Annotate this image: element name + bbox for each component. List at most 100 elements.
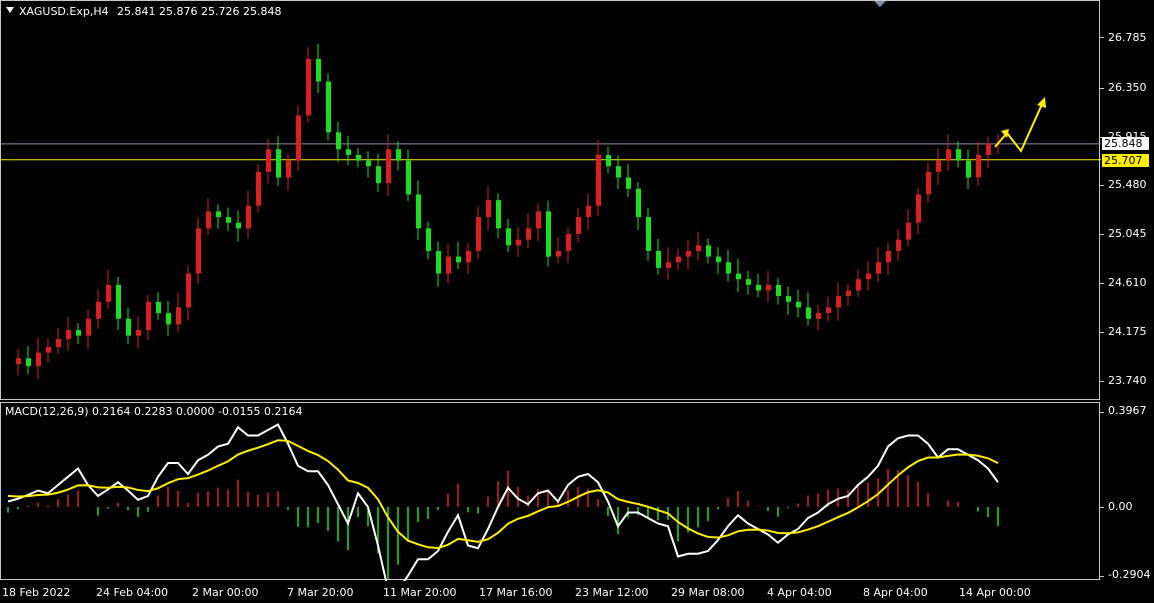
time-tick: 7 Mar 20:00 bbox=[287, 586, 354, 599]
candle-body bbox=[816, 313, 821, 319]
candle-body bbox=[56, 339, 61, 347]
chart-window[interactable]: XAGUSD.Exp,H4 25.841 25.876 25.726 25.84… bbox=[0, 0, 1154, 603]
candle-body bbox=[526, 228, 531, 240]
candle-body bbox=[76, 330, 81, 336]
macd-canvas[interactable] bbox=[1, 403, 1101, 581]
candle-body bbox=[66, 330, 71, 340]
level-price-badge: 25.707 bbox=[1102, 154, 1149, 167]
price-tick: 26.350 bbox=[1108, 81, 1147, 94]
candle-body bbox=[206, 211, 211, 229]
candle-body bbox=[26, 358, 31, 367]
candle-body bbox=[606, 154, 611, 167]
candle-body bbox=[566, 234, 571, 251]
time-axis[interactable]: 18 Feb 2022 24 Feb 04:00 2 Mar 00:00 7 M… bbox=[0, 581, 1100, 603]
tick-mark bbox=[1100, 507, 1104, 508]
candle-body bbox=[646, 217, 651, 251]
candle-body bbox=[246, 205, 251, 229]
price-chart-canvas[interactable] bbox=[1, 1, 1101, 401]
candle-body bbox=[826, 307, 831, 314]
candle-body bbox=[926, 171, 931, 195]
current-price-badge: 25.848 bbox=[1102, 137, 1149, 150]
candle-body bbox=[756, 284, 761, 291]
candle-body bbox=[186, 273, 191, 308]
candle-body bbox=[726, 262, 731, 274]
candle-body bbox=[426, 228, 431, 251]
ohlc-label: 25.841 25.876 25.726 25.848 bbox=[117, 5, 282, 18]
candle-body bbox=[436, 250, 441, 274]
candle-body bbox=[806, 307, 811, 319]
tick-mark bbox=[1100, 234, 1104, 235]
candle-body bbox=[116, 284, 121, 319]
price-tick: 24.175 bbox=[1108, 325, 1147, 338]
candle-body bbox=[866, 273, 871, 280]
candle-body bbox=[716, 256, 721, 263]
candle-body bbox=[946, 149, 951, 161]
macd-tick: 0.00 bbox=[1108, 500, 1133, 513]
candle-body bbox=[636, 188, 641, 218]
macd-scale[interactable]: 0.3967 0.00 -0.2904 bbox=[1100, 402, 1154, 581]
macd-tick: 0.3967 bbox=[1108, 404, 1147, 417]
candle-body bbox=[546, 211, 551, 257]
price-chart-pane[interactable]: XAGUSD.Exp,H4 25.841 25.876 25.726 25.84… bbox=[0, 0, 1101, 401]
candle-body bbox=[846, 290, 851, 297]
candle-body bbox=[916, 194, 921, 223]
candle-body bbox=[456, 256, 461, 263]
candle-body bbox=[786, 296, 791, 302]
tick-mark bbox=[1100, 185, 1104, 186]
macd-line bbox=[7, 423, 999, 581]
candle-body bbox=[346, 149, 351, 155]
candle-body bbox=[96, 301, 101, 319]
candle-body bbox=[226, 217, 231, 223]
candle-body bbox=[146, 301, 151, 331]
candle-body bbox=[326, 81, 331, 133]
chart-menu-icon[interactable] bbox=[6, 7, 14, 13]
price-tick: 25.045 bbox=[1108, 227, 1147, 240]
candle-body bbox=[446, 256, 451, 274]
macd-pane[interactable]: MACD(12,26,9) 0.2164 0.2283 0.0000 -0.01… bbox=[0, 402, 1101, 581]
candle-body bbox=[676, 256, 681, 263]
candle-body bbox=[516, 239, 521, 246]
candle-body bbox=[126, 318, 131, 336]
candle-body bbox=[386, 149, 391, 184]
candle-body bbox=[596, 154, 601, 206]
candle-body bbox=[396, 149, 401, 161]
candle-body bbox=[486, 200, 491, 218]
candle-body bbox=[366, 160, 371, 167]
candle-body bbox=[896, 239, 901, 251]
candle-body bbox=[176, 307, 181, 325]
candle-body bbox=[266, 149, 271, 172]
time-tick: 24 Feb 04:00 bbox=[96, 586, 169, 599]
macd-tick: -0.2904 bbox=[1108, 568, 1151, 581]
candle-body bbox=[536, 211, 541, 229]
tick-mark bbox=[1100, 332, 1104, 333]
price-scale[interactable]: 26.785 26.350 25.915 25.480 25.045 24.61… bbox=[1100, 0, 1154, 400]
candle-body bbox=[796, 301, 801, 308]
candle-body bbox=[936, 160, 941, 172]
time-tick: 4 Apr 04:00 bbox=[767, 586, 832, 599]
candle-body bbox=[986, 143, 991, 155]
candle-body bbox=[356, 154, 361, 161]
symbol-label: XAGUSD.Exp,H4 bbox=[19, 5, 109, 18]
candle-body bbox=[36, 352, 41, 367]
forecast-arrowhead bbox=[1037, 97, 1046, 108]
chart-shift-marker-icon[interactable] bbox=[874, 1, 886, 7]
candle-body bbox=[656, 250, 661, 268]
candle-body bbox=[626, 177, 631, 189]
tick-mark bbox=[1100, 381, 1104, 382]
candle-body bbox=[286, 160, 291, 178]
candle-body bbox=[336, 132, 341, 150]
candle-body bbox=[976, 154, 981, 178]
candle-body bbox=[586, 205, 591, 218]
candle-body bbox=[506, 228, 511, 246]
tick-mark bbox=[1100, 576, 1104, 577]
candle-body bbox=[836, 296, 841, 308]
candle-body bbox=[236, 222, 241, 229]
tick-mark bbox=[1100, 283, 1104, 284]
candle-body bbox=[316, 58, 321, 82]
candle-body bbox=[16, 358, 21, 364]
candle-body bbox=[46, 346, 51, 353]
time-tick: 17 Mar 16:00 bbox=[479, 586, 553, 599]
candle-body bbox=[406, 160, 411, 195]
tick-mark bbox=[1100, 37, 1104, 38]
time-tick: 18 Feb 2022 bbox=[2, 586, 71, 599]
